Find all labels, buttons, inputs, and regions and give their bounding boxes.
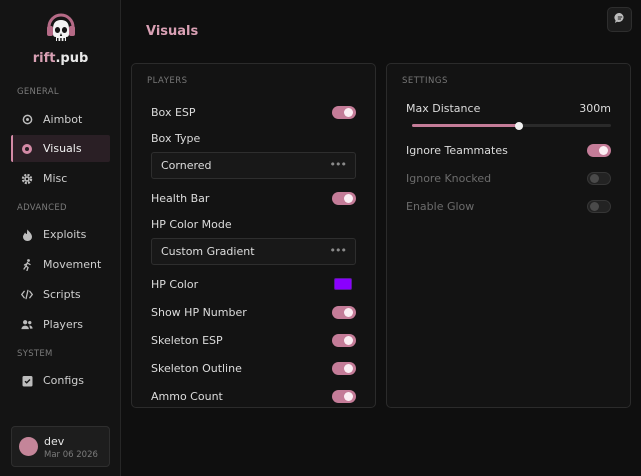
eye-icon: [21, 143, 33, 155]
brand-name: rift.pub: [0, 51, 121, 66]
show-hp-number-label: Show HP Number: [151, 306, 247, 319]
sidebar-item-movement[interactable]: Movement: [11, 251, 110, 278]
ignore-teammates-toggle[interactable]: [587, 144, 611, 157]
sidebar-item-exploits[interactable]: Exploits: [11, 221, 110, 248]
page-title: Visuals: [146, 24, 199, 39]
section-label-system: SYSTEM: [17, 349, 53, 359]
sidebar-item-configs[interactable]: Configs: [11, 367, 110, 394]
chat-button[interactable]: [607, 7, 632, 32]
toggle-knob: [599, 146, 608, 155]
section-label-advanced: ADVANCED: [17, 203, 67, 213]
hp-color-swatch[interactable]: [334, 278, 352, 290]
skeleton-esp-toggle[interactable]: [332, 334, 356, 347]
more-dots-icon: •••: [329, 158, 347, 171]
skull-logo-icon: [45, 13, 77, 47]
sidebar-item-label: Misc: [43, 172, 68, 185]
toggle-knob: [344, 392, 353, 401]
settings-panel-label: SETTINGS: [402, 76, 448, 86]
hp-color-mode-select[interactable]: Custom Gradient •••: [151, 238, 356, 265]
sidebar-item-label: Aimbot: [43, 113, 83, 126]
flame-icon: [21, 229, 33, 241]
code-icon: [21, 289, 33, 301]
max-distance-slider-thumb[interactable]: [515, 121, 524, 130]
toggle-knob: [590, 202, 599, 211]
health-bar-toggle[interactable]: [332, 192, 356, 205]
show-hp-number-toggle[interactable]: [332, 306, 356, 319]
avatar: [19, 437, 38, 456]
toggle-knob: [344, 364, 353, 373]
more-dots-icon: •••: [329, 244, 347, 257]
max-distance-value: 300m: [579, 102, 611, 115]
health-bar-label: Health Bar: [151, 192, 210, 205]
hp-color-label: HP Color: [151, 278, 199, 291]
gear-icon: [21, 173, 33, 185]
sidebar-item-label: Movement: [43, 258, 102, 271]
ignore-teammates-label: Ignore Teammates: [406, 144, 508, 157]
max-distance-slider-fill: [412, 124, 520, 127]
box-type-label: Box Type: [151, 132, 201, 145]
section-label-general: GENERAL: [17, 87, 59, 97]
ammo-count-label: Ammo Count: [151, 390, 223, 403]
sidebar-item-scripts[interactable]: Scripts: [11, 281, 110, 308]
brand-suffix: .pub: [55, 51, 89, 66]
players-panel-label: PLAYERS: [147, 76, 188, 86]
ammo-count-toggle[interactable]: [332, 390, 356, 403]
sidebar-item-misc[interactable]: Misc: [11, 165, 110, 192]
ignore-knocked-toggle[interactable]: [587, 172, 611, 185]
skeleton-esp-label: Skeleton ESP: [151, 334, 223, 347]
sidebar-item-label: Visuals: [43, 142, 82, 155]
chat-bubble-icon: [613, 12, 626, 27]
box-type-select[interactable]: Cornered •••: [151, 152, 356, 179]
sidebar: rift.pub GENERAL Aimbot Visuals Misc ADV…: [0, 0, 121, 476]
crosshair-icon: [21, 114, 33, 126]
skeleton-outline-label: Skeleton Outline: [151, 362, 242, 375]
sidebar-item-visuals[interactable]: Visuals: [11, 135, 110, 162]
user-card[interactable]: dev Mar 06 2026: [11, 426, 110, 467]
sidebar-item-label: Players: [43, 318, 83, 331]
toggle-knob: [344, 308, 353, 317]
sidebar-item-players[interactable]: Players: [11, 311, 110, 338]
user-date: Mar 06 2026: [44, 450, 98, 460]
toggle-knob: [344, 194, 353, 203]
enable-glow-toggle[interactable]: [587, 200, 611, 213]
settings-panel: SETTINGS Max Distance 300m Ignore Teamma…: [386, 63, 631, 408]
users-icon: [21, 319, 33, 331]
box-esp-toggle[interactable]: [332, 106, 356, 119]
sidebar-item-label: Scripts: [43, 288, 81, 301]
clipboard-icon: [21, 375, 33, 387]
toggle-knob: [344, 108, 353, 117]
brand-prefix: rift: [32, 51, 56, 66]
running-icon: [21, 258, 33, 271]
players-panel: PLAYERS Box ESP Box Type Cornered ••• He…: [131, 63, 376, 408]
sidebar-item-label: Exploits: [43, 228, 87, 241]
enable-glow-label: Enable Glow: [406, 200, 475, 213]
toggle-knob: [344, 336, 353, 345]
box-esp-label: Box ESP: [151, 106, 196, 119]
sidebar-item-label: Configs: [43, 374, 85, 387]
max-distance-label: Max Distance: [406, 102, 481, 115]
hp-color-mode-value: Custom Gradient: [161, 245, 255, 258]
toggle-knob: [590, 174, 599, 183]
sidebar-item-aimbot[interactable]: Aimbot: [11, 106, 110, 133]
user-name: dev: [44, 435, 65, 448]
ignore-knocked-label: Ignore Knocked: [406, 172, 492, 185]
box-type-value: Cornered: [161, 159, 212, 172]
skeleton-outline-toggle[interactable]: [332, 362, 356, 375]
hp-color-mode-label: HP Color Mode: [151, 218, 232, 231]
